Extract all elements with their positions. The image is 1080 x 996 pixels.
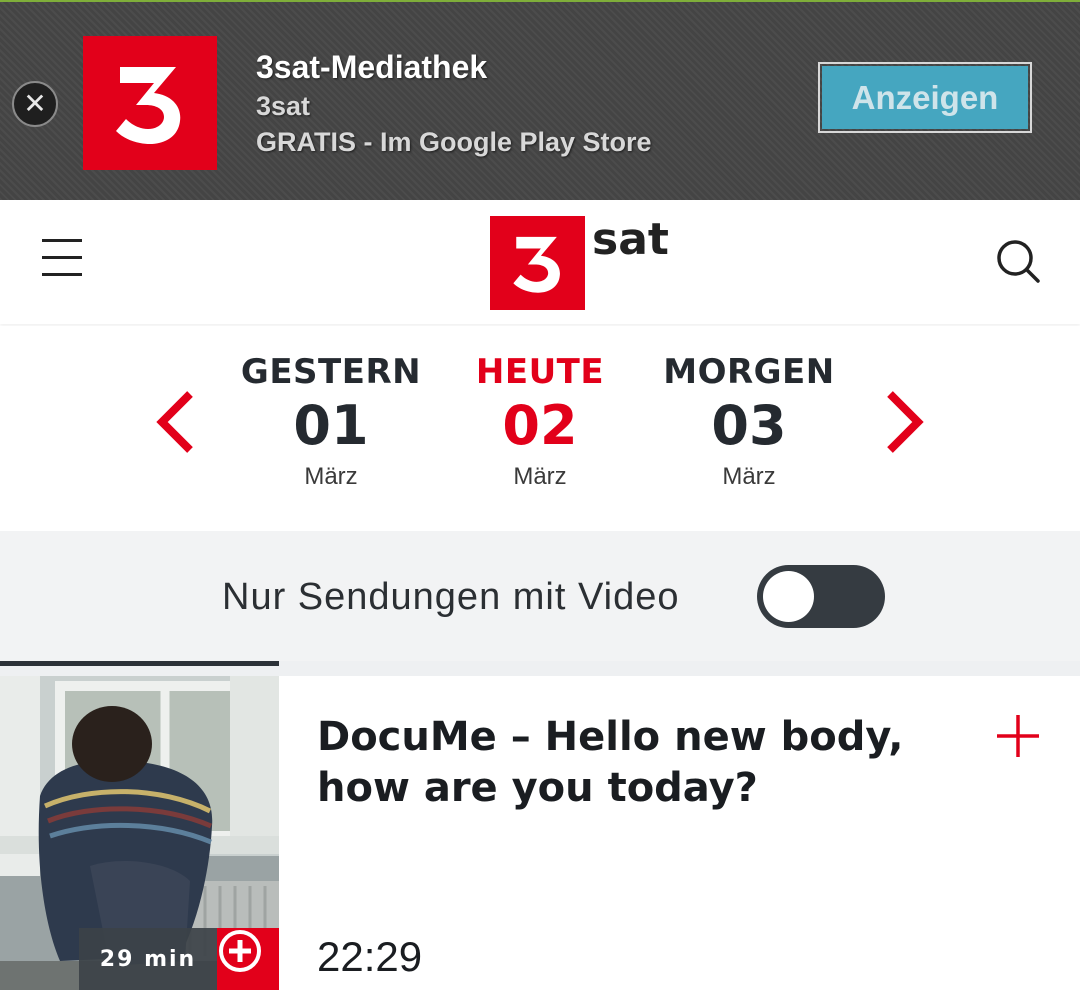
date-navigation: GESTERN 01 März HEUTE 02 März MORGEN 03 … [0, 326, 1080, 531]
day-number: 03 [711, 394, 787, 457]
chevron-right-icon[interactable] [882, 390, 926, 454]
app-install-banner: ✕ 3sat-Mediathek 3sat GRATIS - Im Google… [0, 0, 1080, 200]
previous-item-edge [0, 661, 279, 666]
show-app-button-label: Anzeigen [822, 66, 1028, 129]
banner-text: 3sat-Mediathek 3sat GRATIS - Im Google P… [256, 46, 652, 160]
video-filter-label: Nur Sendungen mit Video [222, 576, 680, 618]
search-icon[interactable] [995, 238, 1041, 284]
3sat-logo-icon [116, 67, 181, 145]
3sat-logo-icon [490, 216, 585, 310]
plus-icon[interactable] [995, 713, 1041, 759]
banner-publisher: 3sat [256, 91, 311, 121]
video-only-toggle[interactable] [757, 565, 885, 628]
app-logo [83, 36, 217, 170]
duration-badge: 29 min [79, 928, 217, 990]
close-icon[interactable]: ✕ [12, 81, 58, 127]
day-number: 01 [293, 394, 369, 457]
day-month: März [722, 463, 776, 490]
site-header: sat [0, 200, 1080, 324]
program-time: 22:29 [317, 933, 423, 980]
logo-text: sat [592, 214, 669, 265]
day-label: MORGEN [663, 352, 835, 392]
chevron-left-icon[interactable] [154, 390, 198, 454]
program-title[interactable]: DocuMe – Hello new body, how are you tod… [317, 712, 957, 814]
plus-circle-icon[interactable] [217, 928, 279, 990]
day-month: März [513, 463, 567, 490]
program-thumbnail[interactable]: 29 min [0, 676, 279, 990]
show-app-button[interactable]: Anzeigen [818, 62, 1032, 133]
video-filter-row: Nur Sendungen mit Video [0, 531, 1080, 661]
day-label: GESTERN [240, 352, 422, 392]
day-number: 02 [502, 394, 578, 457]
day-tomorrow[interactable]: MORGEN 03 März [649, 352, 849, 492]
hamburger-menu-icon[interactable] [42, 237, 84, 279]
day-month: März [304, 463, 358, 490]
toggle-knob [763, 571, 814, 622]
day-yesterday[interactable]: GESTERN 01 März [231, 352, 431, 492]
day-label: HEUTE [475, 352, 605, 392]
banner-app-name: 3sat-Mediathek [256, 49, 488, 85]
day-today[interactable]: HEUTE 02 März [440, 352, 640, 492]
banner-price: GRATIS - Im Google Play Store [256, 127, 652, 157]
program-list-item[interactable]: 29 min DocuMe – Hello new body, how are … [0, 676, 1080, 996]
